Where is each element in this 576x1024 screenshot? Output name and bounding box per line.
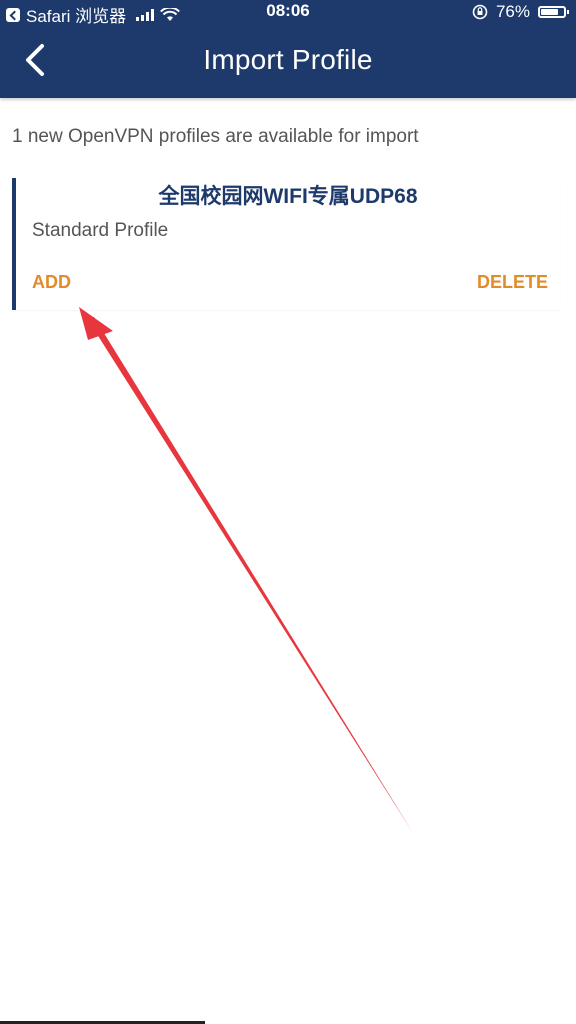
- battery-fill: [541, 9, 558, 15]
- delete-button[interactable]: DELETE: [477, 272, 548, 293]
- annotation-arrow: [79, 307, 413, 833]
- battery-percentage: 76%: [495, 2, 530, 21]
- orientation-lock-icon: [472, 4, 488, 20]
- status-right: 76%: [472, 2, 569, 22]
- status-bar: Safari 浏览器 08:06 76%: [0, 0, 576, 26]
- annotation-arrow-shaft: [88, 317, 413, 833]
- battery-icon: [538, 6, 569, 18]
- annotation-arrow-head: [79, 307, 113, 340]
- page-title: Import Profile: [203, 44, 373, 75]
- import-subtitle: 1 new OpenVPN profiles are available for…: [12, 126, 419, 147]
- profile-type: Standard Profile: [32, 220, 169, 241]
- add-button[interactable]: ADD: [32, 272, 71, 293]
- profile-name: 全国校园网WIFI专属UDP68: [158, 185, 418, 208]
- app-header: Safari 浏览器 08:06 76% Import Profile: [0, 0, 576, 98]
- profile-card: 全国校园网WIFI专属UDP68 Standard Profile ADD DE…: [12, 178, 560, 310]
- screen: Safari 浏览器 08:06 76% Import Profile 1 ne…: [0, 0, 576, 1024]
